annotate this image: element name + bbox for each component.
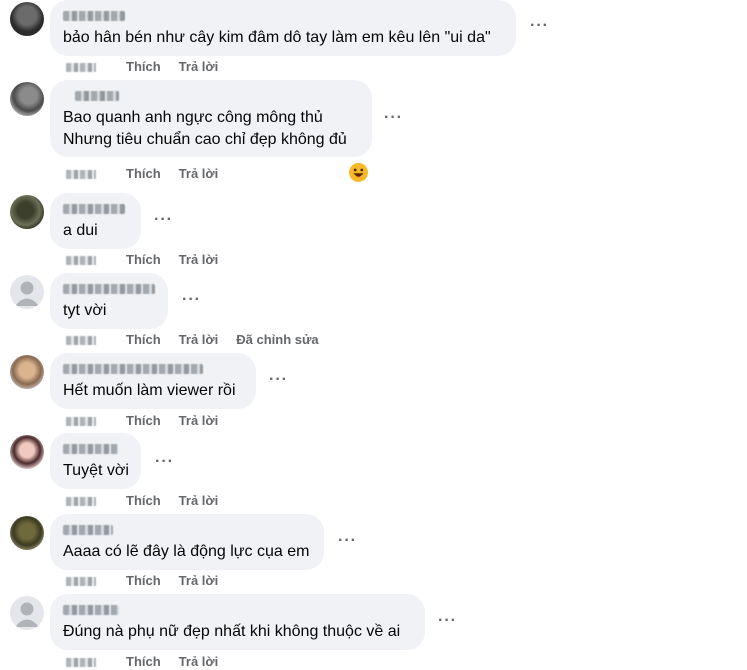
avatar[interactable]	[10, 2, 44, 36]
edited-label[interactable]: Đã chỉnh sửa	[236, 332, 318, 347]
comment-actions: Thích Trả lời	[66, 252, 236, 268]
author-name[interactable]	[63, 204, 125, 214]
avatar[interactable]	[10, 355, 44, 389]
comment-text-line-2: Nhưng tiêu chuẩn cao chỉ đẹp không đủ	[63, 131, 347, 148]
more-options-icon[interactable]: ···	[338, 533, 357, 549]
comment-actions: Thích Trả lời	[66, 654, 236, 670]
comment-actions: Thích Trả lời	[66, 573, 236, 589]
comment-bubble: Đúng nà phụ nữ đẹp nhất khi không thuộc …	[50, 594, 425, 650]
avatar[interactable]	[10, 516, 44, 550]
timestamp[interactable]	[66, 256, 96, 266]
more-options-icon[interactable]: ···	[269, 372, 288, 388]
default-profile-icon[interactable]	[10, 275, 44, 309]
more-options-icon[interactable]: ···	[154, 212, 173, 228]
comment-bubble: tyt vời	[50, 273, 168, 329]
more-options-icon[interactable]: ···	[530, 18, 549, 34]
like-button[interactable]: Thích	[126, 413, 161, 428]
comment-actions: Thích Trả lời	[66, 166, 236, 182]
comment-text: Aaaa có lẽ đây là động lực cụa em	[63, 543, 310, 560]
avatar[interactable]	[10, 435, 44, 469]
comment-actions: Thích Trả lời	[66, 493, 236, 509]
comment-bubble: Bao quanh anh ngực công mông thủ Nhưng t…	[50, 80, 372, 157]
author-name[interactable]	[63, 525, 113, 535]
author-name[interactable]	[75, 91, 119, 101]
reply-button[interactable]: Trả lời	[179, 166, 219, 181]
author-name[interactable]	[63, 444, 118, 454]
comment-text: Tuyệt vời	[63, 462, 129, 479]
like-button[interactable]: Thích	[126, 493, 161, 508]
reply-button[interactable]: Trả lời	[179, 252, 219, 267]
comment-text: a dui	[63, 222, 98, 239]
comment-bubble: Tuyệt vời	[50, 433, 141, 489]
comment-text: bảo hân bén như cây kim đâm dô tay làm e…	[63, 29, 491, 46]
more-options-icon[interactable]: ···	[438, 613, 457, 629]
more-options-icon[interactable]: ···	[182, 292, 201, 308]
comment-actions: Thích Trả lời	[66, 413, 236, 429]
comment-text-line-1: Bao quanh anh ngực công mông thủ	[63, 109, 323, 126]
comment-bubble: a dui	[50, 193, 141, 249]
haha-emoji-icon[interactable]	[349, 163, 368, 182]
comment-bubble: Hết muốn làm viewer rồi	[50, 353, 256, 409]
timestamp[interactable]	[66, 63, 96, 73]
reply-button[interactable]: Trả lời	[179, 332, 219, 347]
timestamp[interactable]	[66, 417, 96, 427]
timestamp[interactable]	[66, 497, 96, 507]
reply-button[interactable]: Trả lời	[179, 493, 219, 508]
timestamp[interactable]	[66, 170, 96, 180]
comment-text: Đúng nà phụ nữ đẹp nhất khi không thuộc …	[63, 623, 401, 640]
comment-text: tyt vời	[63, 302, 107, 319]
comment-text: Hết muốn làm viewer rồi	[63, 382, 236, 399]
reply-button[interactable]: Trả lời	[179, 59, 219, 74]
avatar[interactable]	[10, 195, 44, 229]
author-name[interactable]	[63, 11, 125, 21]
timestamp[interactable]	[66, 658, 96, 668]
reply-button[interactable]: Trả lời	[179, 573, 219, 588]
reply-button[interactable]: Trả lời	[179, 413, 219, 428]
like-button[interactable]: Thích	[126, 166, 161, 181]
author-name[interactable]	[63, 284, 155, 294]
more-options-icon[interactable]: ···	[155, 454, 174, 470]
like-button[interactable]: Thích	[126, 332, 161, 347]
comment-actions: Thích Trả lời Đã chỉnh sửa	[66, 332, 319, 348]
like-button[interactable]: Thích	[126, 59, 161, 74]
more-options-icon[interactable]: ···	[384, 110, 403, 126]
author-name[interactable]	[63, 605, 119, 615]
timestamp[interactable]	[66, 336, 96, 346]
comment-actions: Thích Trả lời	[66, 59, 236, 75]
comment-bubble: Aaaa có lẽ đây là động lực cụa em	[50, 514, 324, 570]
default-profile-icon[interactable]	[10, 596, 44, 630]
like-button[interactable]: Thích	[126, 573, 161, 588]
author-name[interactable]	[63, 364, 203, 374]
timestamp[interactable]	[66, 577, 96, 587]
comment-bubble: bảo hân bén như cây kim đâm dô tay làm e…	[50, 0, 516, 56]
like-button[interactable]: Thích	[126, 252, 161, 267]
avatar[interactable]	[10, 82, 44, 116]
